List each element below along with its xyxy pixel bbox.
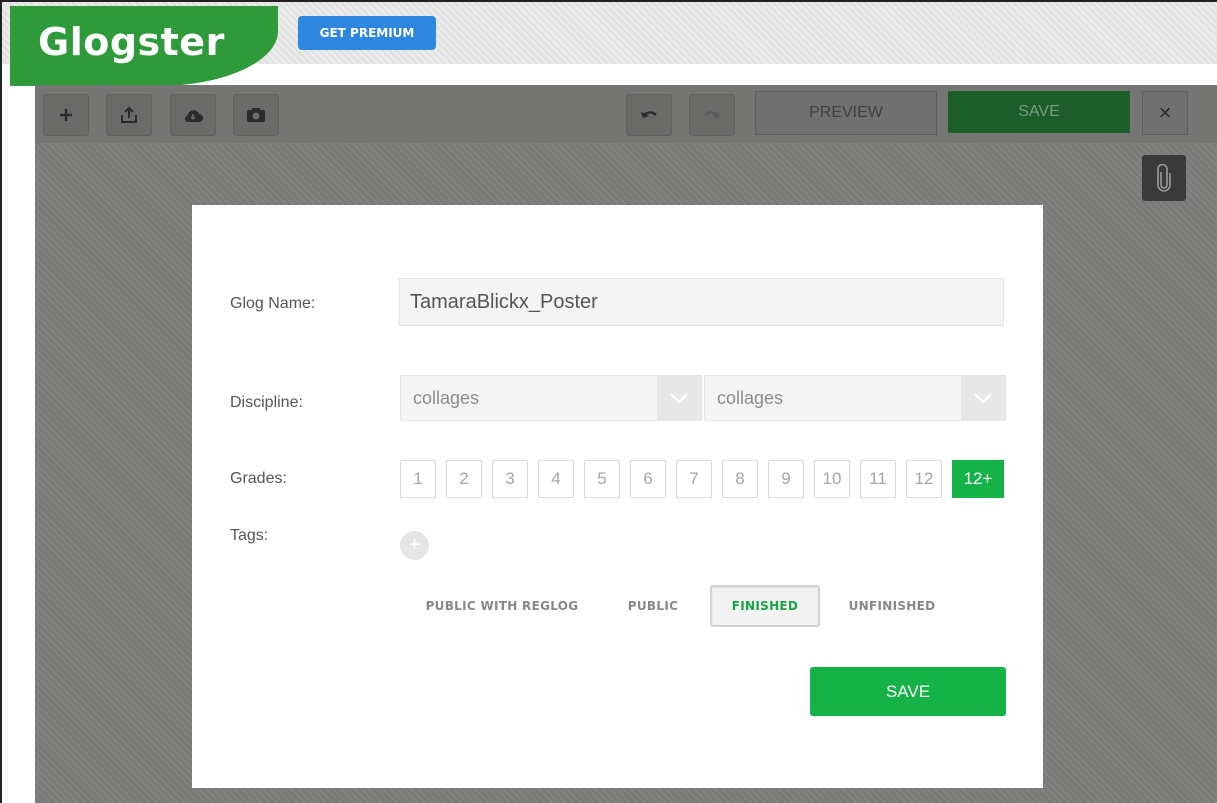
- add-button[interactable]: [43, 94, 89, 136]
- camera-button[interactable]: [233, 94, 279, 136]
- upload-button[interactable]: [106, 94, 152, 136]
- glog-name-input[interactable]: [399, 278, 1004, 326]
- discipline-primary-value: collages: [413, 388, 480, 408]
- chevron-down-icon: [657, 376, 701, 420]
- attachments-button[interactable]: [1142, 155, 1186, 201]
- discipline-secondary-select[interactable]: collages: [704, 375, 1006, 421]
- grade-option[interactable]: 9: [768, 460, 804, 498]
- grade-option[interactable]: 12: [906, 460, 942, 498]
- discipline-label: Discipline:: [230, 394, 303, 411]
- discipline-secondary-value: collages: [717, 388, 784, 408]
- redo-button[interactable]: [689, 94, 735, 136]
- close-editor-button[interactable]: ×: [1142, 91, 1188, 135]
- camera-icon: [247, 108, 265, 122]
- grades-label: Grades:: [230, 470, 287, 487]
- preview-button[interactable]: PREVIEW: [755, 91, 937, 135]
- grade-option[interactable]: 11: [860, 460, 896, 498]
- undo-icon: [641, 111, 657, 118]
- tags-label: Tags:: [230, 527, 269, 544]
- grade-option[interactable]: 1: [400, 460, 436, 498]
- grade-option[interactable]: 10: [814, 460, 850, 498]
- redo-icon: [704, 111, 720, 118]
- status-public-with-reglog[interactable]: PUBLIC WITH REGLOG: [412, 585, 592, 627]
- glog-name-label: Glog Name:: [230, 295, 316, 312]
- grade-option-selected[interactable]: 12+: [952, 460, 1004, 498]
- glog-settings-dialog: Glog Name: Discipline: collages collages…: [192, 205, 1043, 788]
- paperclip-icon: [1157, 164, 1171, 192]
- status-public[interactable]: PUBLIC: [618, 585, 688, 627]
- grade-option[interactable]: 6: [630, 460, 666, 498]
- grade-option[interactable]: 7: [676, 460, 712, 498]
- grade-option[interactable]: 2: [446, 460, 482, 498]
- chevron-down-icon: [961, 376, 1005, 420]
- logo-text: Glogster: [38, 20, 225, 64]
- discipline-primary-select[interactable]: collages: [400, 375, 702, 421]
- cloud-icon: [184, 110, 203, 122]
- grade-option[interactable]: 4: [538, 460, 574, 498]
- grade-option[interactable]: 5: [584, 460, 620, 498]
- grade-option[interactable]: 8: [722, 460, 758, 498]
- toolbar-save-button[interactable]: SAVE: [948, 91, 1130, 133]
- close-icon: ×: [1158, 100, 1172, 125]
- get-premium-button[interactable]: GET PREMIUM: [298, 16, 436, 50]
- grade-option[interactable]: 3: [492, 460, 528, 498]
- plus-icon: [60, 109, 72, 121]
- status-finished[interactable]: FINISHED: [710, 585, 820, 627]
- plus-icon: +: [408, 534, 421, 556]
- status-unfinished[interactable]: UNFINISHED: [842, 585, 942, 627]
- save-button[interactable]: SAVE: [810, 667, 1006, 716]
- cloud-button[interactable]: [170, 94, 216, 136]
- undo-button[interactable]: [626, 94, 672, 136]
- add-tag-button[interactable]: +: [400, 531, 429, 560]
- upload-icon: [121, 106, 137, 123]
